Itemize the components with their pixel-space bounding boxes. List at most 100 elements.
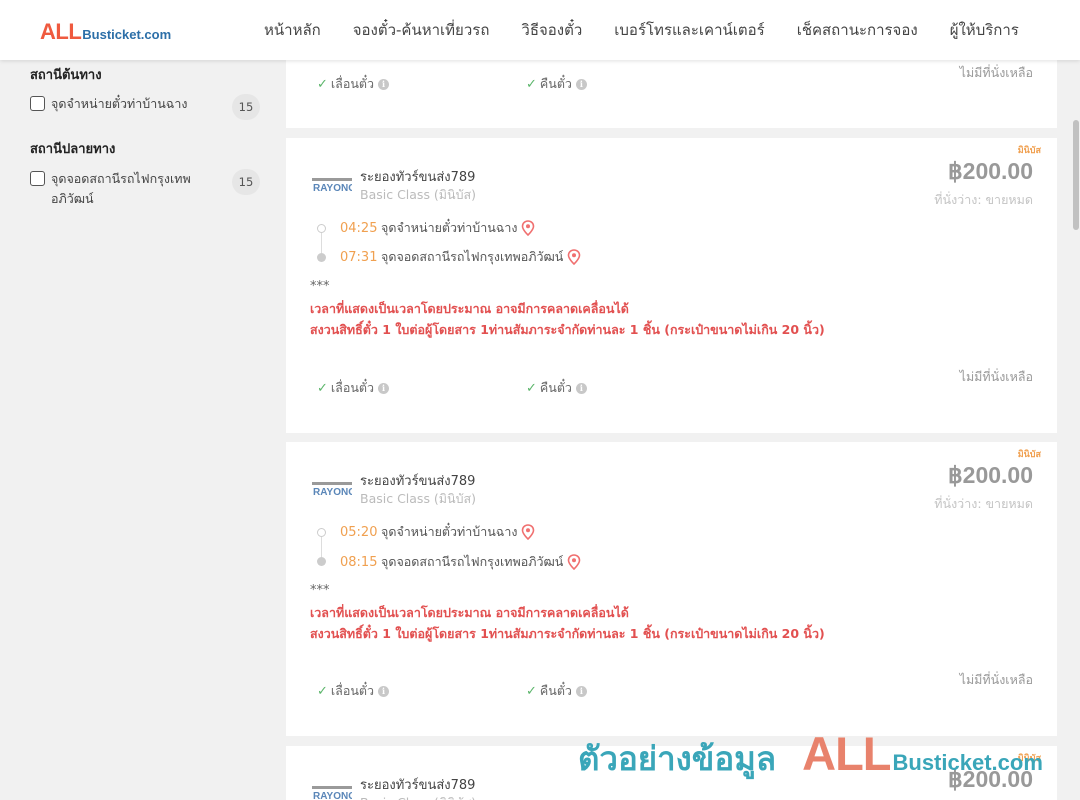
- nav-operators[interactable]: ผู้ให้บริการ: [934, 18, 1035, 42]
- site-logo[interactable]: ALL Busticket.com: [40, 19, 171, 45]
- destination-filter-item[interactable]: จุดจอดสถานีรถไฟกรุงเทพอภิวัฒน์ 15: [30, 169, 260, 209]
- info-icon[interactable]: i: [575, 78, 587, 90]
- origin-checkbox[interactable]: [30, 96, 45, 111]
- reschedule-label: เลื่อนตั๋ว: [330, 380, 375, 395]
- nav-how-to-book[interactable]: วิธีจองตั๋ว: [505, 18, 598, 42]
- watermark-logo-all: ALL: [802, 727, 891, 780]
- scrollbar-thumb[interactable]: [1073, 120, 1079, 230]
- svg-text:RAYONG: RAYONG: [313, 183, 352, 194]
- timeline-start-dot: [317, 528, 326, 537]
- refund-option[interactable]: ✓ คืนตั๋ว i: [526, 681, 587, 701]
- svg-text:RAYONG: RAYONG: [313, 487, 352, 498]
- operator-logo-icon: RAYONG: [312, 482, 352, 498]
- check-icon: ✓: [526, 76, 537, 92]
- filter-sidebar: สถานีต้นทาง จุดจำหน่ายตั๋วท่าบ้านฉาง 15 …: [30, 60, 260, 209]
- nav-book-search[interactable]: จองตั๋ว-ค้นหาเที่ยวรถ: [337, 18, 506, 42]
- main-nav: หน้าหลัก จองตั๋ว-ค้นหาเที่ยวรถ วิธีจองตั…: [248, 0, 1035, 60]
- map-pin-icon[interactable]: [567, 249, 581, 265]
- trip-card-partial: ✓ เลื่อนตั๋ว i ✓ คืนตั๋ว i ไม่มีที่นั่งเ…: [286, 60, 1057, 128]
- timeline-line: [321, 537, 322, 557]
- timeline-end-dot: [317, 253, 326, 262]
- map-pin-icon[interactable]: [521, 524, 535, 540]
- info-icon[interactable]: i: [575, 685, 587, 697]
- origin-filter-title: สถานีต้นทาง: [30, 68, 102, 83]
- note-stars: ***: [310, 279, 330, 294]
- trip-card[interactable]: มินิบัส RAYONG ระยองทัวร์ขนส่ง789 Basic …: [286, 442, 1057, 736]
- check-icon: ✓: [526, 683, 537, 699]
- operator-logo-icon: RAYONG: [312, 786, 352, 800]
- timeline-end-dot: [317, 557, 326, 566]
- no-seats-label: ไม่มีที่นั่งเหลือ: [959, 369, 1033, 384]
- check-icon: ✓: [317, 380, 328, 396]
- refund-option[interactable]: ✓ คืนตั๋ว i: [526, 74, 587, 94]
- logo-domain-text: Busticket.com: [82, 27, 172, 42]
- arrival-stop: 08:15 จุดจอดสถานีรถไฟกรุงเทพอภิวัฒน์: [340, 552, 581, 572]
- destination-filter-label: จุดจอดสถานีรถไฟกรุงเทพอภิวัฒน์: [51, 171, 191, 206]
- luggage-policy: สงวนสิทธิ์ตั๋ว 1 ใบต่อผู้โดยสาร 1ท่านสัม…: [310, 626, 825, 641]
- bus-class: Basic Class (มินิบัส): [360, 491, 477, 506]
- refund-option[interactable]: ✓ คืนตั๋ว i: [526, 378, 587, 398]
- time-disclaimer: เวลาที่แสดงเป็นเวลาโดยประมาณ อาจมีการคลา…: [310, 301, 629, 316]
- departure-stop: 04:25 จุดจำหน่ายตั๋วท่าบ้านฉาง: [340, 218, 535, 238]
- destination-checkbox[interactable]: [30, 171, 45, 186]
- info-icon[interactable]: i: [378, 78, 390, 90]
- site-header: ALL Busticket.com หน้าหลัก จองตั๋ว-ค้นหา…: [0, 0, 1080, 60]
- refund-label: คืนตั๋ว: [539, 683, 572, 698]
- map-pin-icon[interactable]: [567, 554, 581, 570]
- ticket-price: ฿200.00: [948, 462, 1033, 488]
- timeline-line: [321, 233, 322, 253]
- operator-name: ระยองทัวร์ขนส่ง789: [360, 474, 476, 489]
- reschedule-option[interactable]: ✓ เลื่อนตั๋ว i: [317, 378, 390, 398]
- map-pin-icon[interactable]: [521, 220, 535, 236]
- reschedule-option[interactable]: ✓ เลื่อนตั๋ว i: [317, 74, 390, 94]
- refund-label: คืนตั๋ว: [539, 76, 572, 91]
- logo-all-text: ALL: [40, 19, 82, 44]
- origin-filter-label: จุดจำหน่ายตั๋วท่าบ้านฉาง: [51, 96, 188, 111]
- watermark-logo-domain: Busticket.com: [892, 750, 1043, 775]
- sample-data-watermark: ตัวอย่างข้อมูล ALL Busticket.com: [578, 726, 1043, 785]
- departure-station: จุดจำหน่ายตั๋วท่าบ้านฉาง: [381, 524, 518, 539]
- reschedule-label: เลื่อนตั๋ว: [330, 683, 375, 698]
- bus-class: Basic Class (มินิบัส): [360, 793, 476, 800]
- operator-name: ระยองทัวร์ขนส่ง789: [360, 778, 476, 793]
- departure-stop: 05:20 จุดจำหน่ายตั๋วท่าบ้านฉาง: [340, 522, 535, 542]
- nav-phone-counters[interactable]: เบอร์โทรและเคาน์เตอร์: [598, 18, 780, 42]
- ticket-price: ฿200.00: [948, 158, 1033, 184]
- nav-home[interactable]: หน้าหลัก: [248, 18, 337, 42]
- arrival-stop: 07:31 จุดจอดสถานีรถไฟกรุงเทพอภิวัฒน์: [340, 247, 581, 267]
- svg-text:RAYONG: RAYONG: [313, 791, 352, 800]
- arrival-station: จุดจอดสถานีรถไฟกรุงเทพอภิวัฒน์: [381, 554, 564, 569]
- reschedule-option[interactable]: ✓ เลื่อนตั๋ว i: [317, 681, 390, 701]
- note-stars: ***: [310, 583, 330, 598]
- info-icon[interactable]: i: [575, 382, 587, 394]
- operator-name: ระยองทัวร์ขนส่ง789: [360, 170, 476, 185]
- departure-station: จุดจำหน่ายตั๋วท่าบ้านฉาง: [381, 220, 518, 235]
- timeline-start-dot: [317, 224, 326, 233]
- time-disclaimer: เวลาที่แสดงเป็นเวลาโดยประมาณ อาจมีการคลา…: [310, 605, 629, 620]
- seats-available: ที่นั่งว่าง: ขายหมด: [934, 496, 1033, 511]
- arrival-time: 07:31: [340, 249, 378, 265]
- departure-time: 04:25: [340, 220, 378, 236]
- refund-label: คืนตั๋ว: [539, 380, 572, 395]
- info-icon[interactable]: i: [378, 685, 390, 697]
- origin-filter-item[interactable]: จุดจำหน่ายตั๋วท่าบ้านฉาง 15: [30, 94, 260, 120]
- nav-check-booking[interactable]: เช็คสถานะการจอง: [781, 18, 934, 42]
- seats-available: ที่นั่งว่าง: ขายหมด: [934, 192, 1033, 207]
- info-icon[interactable]: i: [378, 382, 390, 394]
- no-seats-label: ไม่มีที่นั่งเหลือ: [959, 65, 1033, 80]
- check-icon: ✓: [526, 380, 537, 396]
- no-seats-label: ไม่มีที่นั่งเหลือ: [959, 672, 1033, 687]
- arrival-time: 08:15: [340, 554, 378, 570]
- minibus-tag: มินิบัส: [1017, 450, 1041, 460]
- trip-card[interactable]: มินิบัส RAYONG ระยองทัวร์ขนส่ง789 Basic …: [286, 138, 1057, 433]
- bus-class: Basic Class (มินิบัส): [360, 187, 477, 202]
- minibus-tag: มินิบัส: [1017, 146, 1041, 156]
- origin-count-badge: 15: [232, 94, 260, 120]
- luggage-policy: สงวนสิทธิ์ตั๋ว 1 ใบต่อผู้โดยสาร 1ท่านสัม…: [310, 322, 825, 337]
- check-icon: ✓: [317, 683, 328, 699]
- destination-count-badge: 15: [232, 169, 260, 195]
- departure-time: 05:20: [340, 524, 378, 540]
- check-icon: ✓: [317, 76, 328, 92]
- destination-filter-title: สถานีปลายทาง: [30, 142, 116, 157]
- operator-logo-icon: RAYONG: [312, 178, 352, 194]
